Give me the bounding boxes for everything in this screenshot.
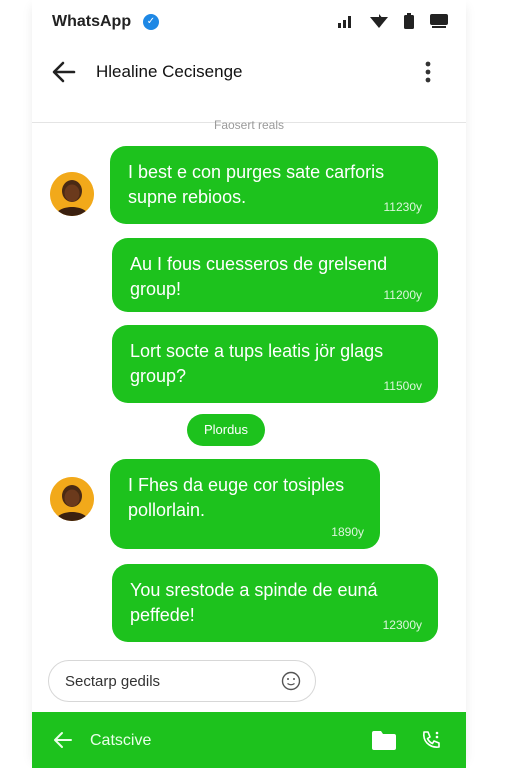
avatar[interactable] [50,172,94,216]
message-bubble[interactable]: Lort socte a tups leatis jör glags group… [112,325,438,403]
message-text: Au I fous cuesseros de grelsend group! [130,254,388,299]
signal-icon [338,16,351,28]
status-icons [338,13,448,29]
back-arrow-icon[interactable] [52,729,74,751]
wifi-icon [370,14,388,28]
bottom-bar: Catscive [32,712,466,768]
center-chip[interactable]: Plordus [187,414,265,446]
status-bar: WhatsApp ✓ [32,0,466,44]
message-text: I Fhes da euge cor tosiples pollorlain. [128,475,345,520]
message-text: Lort socte a tups leatis jör glags group… [130,341,384,386]
phone-screen: WhatsApp ✓ Hlealine Cecisenge Faosert re… [32,0,466,768]
message-bubble[interactable]: I best e con purges sate carforis supne … [110,146,438,224]
message-bubble[interactable]: You srestode a spinde de euná peffede! 1… [112,564,438,642]
message-input-text: Sectarp gedils [65,673,161,690]
message-text: You srestode a spinde de euná peffede! [130,580,378,625]
message-bubble[interactable]: I Fhes da euge cor tosiples pollorlain. … [110,459,380,549]
message-time: 1150ov [383,379,422,393]
date-separator: Faosert reals [213,118,285,132]
message-text: I best e con purges sate carforis supne … [128,162,385,207]
message-bubble[interactable]: Au I fous cuesseros de grelsend group! 1… [112,238,438,312]
verified-badge-icon: ✓ [143,14,159,30]
person-avatar-icon [50,477,94,521]
call-icon[interactable] [420,729,442,751]
message-time: 11200y [383,288,422,302]
chat-header: Hlealine Cecisenge [32,44,466,100]
person-avatar-icon [50,172,94,216]
message-time: 1890y [331,525,364,539]
back-arrow-icon[interactable] [50,58,78,86]
more-vert-icon[interactable] [418,60,438,84]
bottom-bar-label[interactable]: Catscive [90,732,151,750]
smiley-icon[interactable] [281,671,301,691]
app-name: WhatsApp [52,13,132,30]
screen-icon [430,14,448,28]
chat-title[interactable]: Hlealine Cecisenge [96,62,242,82]
message-time: 11230y [383,200,422,214]
avatar[interactable] [50,477,94,521]
battery-icon [404,13,414,29]
message-input[interactable]: Sectarp gedils [48,660,316,702]
message-time: 12300y [382,618,422,632]
folder-icon[interactable] [372,730,396,750]
